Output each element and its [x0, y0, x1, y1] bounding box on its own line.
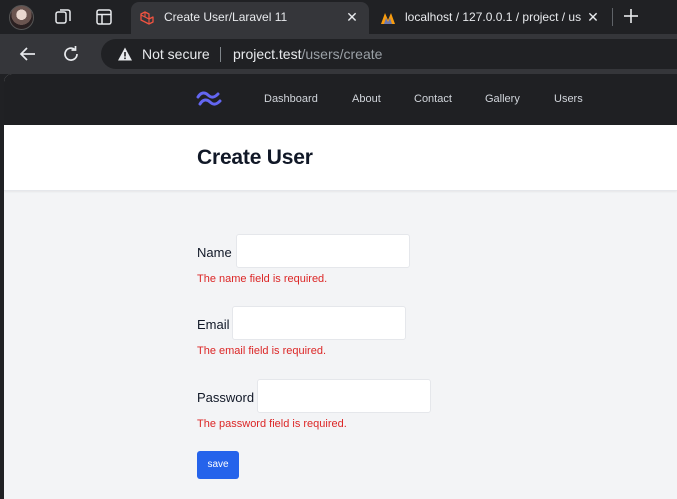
- name-label: Name: [197, 245, 232, 260]
- tab-title: Create User/Laravel 11: [164, 10, 288, 24]
- new-tab-icon[interactable]: [620, 5, 642, 27]
- email-error: The email field is required.: [197, 345, 327, 357]
- page-header: Create User: [4, 125, 677, 191]
- email-label: Email: [197, 317, 230, 332]
- profile-avatar[interactable]: [9, 5, 34, 30]
- browser-tab-strip: Create User/Laravel 11 ✕ localhost / 127…: [0, 0, 677, 34]
- laravel-icon: [140, 11, 154, 25]
- page-viewport: Dashboard About Contact Gallery Users Cr…: [4, 74, 677, 499]
- phpmyadmin-icon: [381, 13, 395, 24]
- back-arrow-icon[interactable]: [17, 43, 39, 65]
- address-bar[interactable]: Not secure project.test/users/create: [101, 39, 677, 69]
- password-error: The password field is required.: [197, 418, 347, 430]
- close-tab-icon[interactable]: ✕: [584, 8, 602, 26]
- tab-divider: [612, 8, 613, 26]
- nav-link-contact[interactable]: Contact: [414, 93, 452, 105]
- name-error: The name field is required.: [197, 273, 328, 285]
- name-input[interactable]: [236, 234, 410, 268]
- nav-link-dashboard[interactable]: Dashboard: [264, 93, 318, 105]
- password-input[interactable]: [257, 379, 431, 413]
- password-label: Password: [197, 390, 255, 405]
- save-button[interactable]: save: [197, 451, 239, 479]
- nav-link-users[interactable]: Users: [554, 93, 583, 105]
- close-tab-icon[interactable]: ✕: [343, 8, 361, 26]
- url-host: project.test: [233, 46, 302, 62]
- url-text[interactable]: project.test/users/create: [233, 46, 382, 62]
- tab-actions-icon[interactable]: [94, 7, 114, 27]
- page-title: Create User: [197, 146, 313, 169]
- browser-toolbar: Not secure project.test/users/create: [0, 34, 677, 74]
- tailwind-logo-icon[interactable]: [196, 88, 222, 110]
- email-input[interactable]: [232, 306, 406, 340]
- reload-icon[interactable]: [60, 43, 82, 65]
- url-path: /users/create: [301, 46, 383, 62]
- workspaces-icon[interactable]: [53, 7, 73, 27]
- tab-create-user[interactable]: Create User/Laravel 11 ✕: [131, 2, 369, 34]
- warning-icon[interactable]: [117, 46, 133, 62]
- tab-phpmyadmin[interactable]: localhost / 127.0.0.1 / project / us ✕: [372, 2, 610, 34]
- nav-link-gallery[interactable]: Gallery: [485, 93, 520, 105]
- security-status[interactable]: Not secure: [142, 46, 210, 62]
- tab-title: localhost / 127.0.0.1 / project / us: [405, 10, 582, 24]
- nav-link-about[interactable]: About: [352, 93, 381, 105]
- omnibox-divider: [220, 47, 221, 62]
- site-navbar: Dashboard About Contact Gallery Users: [4, 74, 677, 125]
